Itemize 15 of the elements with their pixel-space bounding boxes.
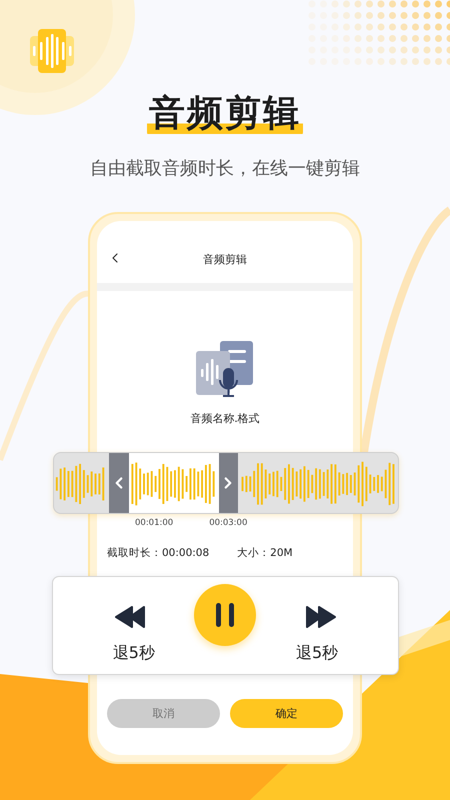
pause-button[interactable] (194, 584, 256, 646)
trim-start-handle[interactable] (109, 453, 128, 513)
subtitle: 自由截取音频时长，在线一键剪辑 (90, 157, 360, 180)
skip-label: 退5秒 (112, 643, 155, 664)
trim-time: 00:03:00 (209, 518, 248, 528)
trim-time: 00:01:00 (135, 518, 174, 528)
screen-title: 音频剪辑 (203, 252, 247, 266)
action-button[interactable]: 确定 (230, 699, 343, 728)
audio-file-icon (196, 341, 254, 399)
skip-label: 退5秒 (296, 643, 338, 664)
file-name: 音频名称.格式 (190, 411, 260, 426)
size-text: 大小：20M (237, 546, 293, 560)
waveform-logo-icon (28, 28, 76, 74)
duration-text: 截取时长：00:00:08 (107, 546, 210, 560)
trim-end-handle[interactable] (218, 453, 238, 513)
